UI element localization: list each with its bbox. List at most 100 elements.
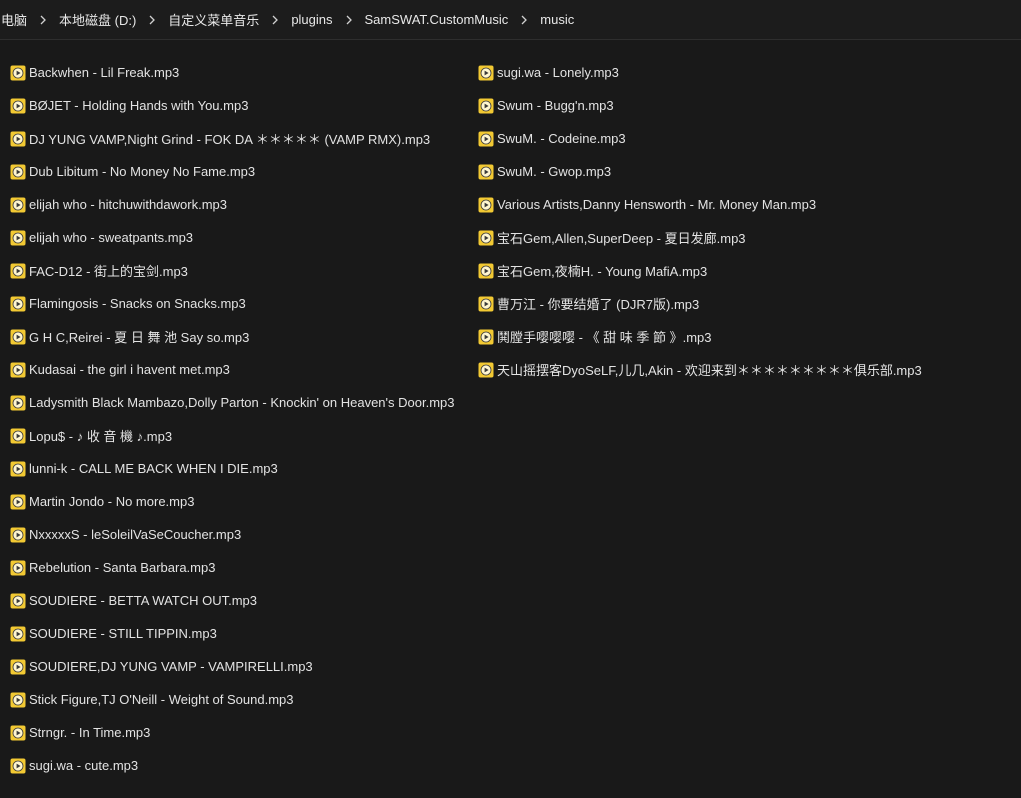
file-item[interactable]: SwuM. - Gwop.mp3 [478,155,926,188]
file-name: Dub Libitum - No Money No Fame.mp3 [29,164,256,179]
audio-file-icon [10,428,26,444]
file-name: 曹万江 - 你要结婚了 (DJR7版).mp3 [497,297,700,312]
audio-file-icon [478,164,494,180]
file-name: BØJET - Holding Hands with You.mp3 [29,98,249,113]
file-item[interactable]: sugi.wa - Lonely.mp3 [478,56,926,89]
file-item[interactable]: 宝石Gem,夜楠H. - Young MafiA.mp3 [478,254,926,287]
breadcrumb: 电脑 本地磁盘 (D:) 自定义菜单音乐 plugins SamSWAT.Cus… [0,7,579,32]
audio-file-icon [10,197,26,213]
file-name: SwuM. - Gwop.mp3 [497,164,612,179]
file-item[interactable]: elijah who - hitchuwithdawork.mp3 [10,188,459,221]
breadcrumb-item-computer[interactable]: 电脑 [0,7,32,32]
file-name: Strngr. - In Time.mp3 [29,725,151,740]
file-name: lunni-k - CALL ME BACK WHEN I DIE.mp3 [29,461,278,476]
chevron-right-icon[interactable] [513,13,535,27]
file-item[interactable]: SOUDIERE,DJ YUNG VAMP - VAMPIRELLI.mp3 [10,650,459,683]
audio-file-icon [10,296,26,312]
audio-file-icon [10,758,26,774]
file-item[interactable]: sugi.wa - cute.mp3 [10,749,459,782]
file-item[interactable]: SOUDIERE - STILL TIPPIN.mp3 [10,617,459,650]
file-item[interactable]: NxxxxxS - leSoleilVaSeCoucher.mp3 [10,518,459,551]
file-item[interactable]: 鬨膛手嘤嘤嘤 - 《 甜 味 季 節 》.mp3 [478,320,926,353]
file-name: Flamingosis - Snacks on Snacks.mp3 [29,296,246,311]
audio-file-icon [10,626,26,642]
file-item[interactable]: lunni-k - CALL ME BACK WHEN I DIE.mp3 [10,452,459,485]
file-item[interactable]: Flamingosis - Snacks on Snacks.mp3 [10,287,459,320]
breadcrumb-item-music[interactable]: music [535,9,579,30]
file-name: Various Artists,Danny Hensworth - Mr. Mo… [497,197,817,212]
audio-file-icon [478,197,494,213]
file-item[interactable]: Strngr. - In Time.mp3 [10,716,459,749]
file-item[interactable]: Martin Jondo - No more.mp3 [10,485,459,518]
file-item[interactable]: Rebelution - Santa Barbara.mp3 [10,551,459,584]
breadcrumb-item-samswat-custommusic[interactable]: SamSWAT.CustomMusic [360,9,514,30]
audio-file-icon [478,329,494,345]
audio-file-icon [10,692,26,708]
audio-file-icon [478,362,494,378]
file-item[interactable]: SwuM. - Codeine.mp3 [478,122,926,155]
file-name: DJ YUNG VAMP,Night Grind - FOK DA ＊＊＊＊＊ … [29,132,431,147]
file-name: Rebelution - Santa Barbara.mp3 [29,560,216,575]
file-name: Backwhen - Lil Freak.mp3 [29,65,180,80]
audio-file-icon [10,527,26,543]
audio-file-icon [10,263,26,279]
file-name: Martin Jondo - No more.mp3 [29,494,195,509]
file-item[interactable]: elijah who - sweatpants.mp3 [10,221,459,254]
audio-file-icon [10,230,26,246]
file-item[interactable]: G H C,Reirei - 夏 日 舞 池 Say so.mp3 [10,320,459,353]
file-name: sugi.wa - Lonely.mp3 [497,65,619,80]
file-column-right: sugi.wa - Lonely.mp3 Swum - Bugg'n.mp3 Swu… [478,56,926,386]
audio-file-icon [10,395,26,411]
file-column-left: Backwhen - Lil Freak.mp3 BØJET - Holding … [10,56,459,782]
file-list-view: Backwhen - Lil Freak.mp3 BØJET - Holding … [0,40,1021,798]
breadcrumb-item-custom-menu-music[interactable]: 自定义菜单音乐 [163,7,264,32]
file-name: SOUDIERE,DJ YUNG VAMP - VAMPIRELLI.mp3 [29,659,313,674]
file-name: G H C,Reirei - 夏 日 舞 池 Say so.mp3 [29,330,250,345]
file-item[interactable]: Stick Figure,TJ O'Neill - Weight of Soun… [10,683,459,716]
file-name: Ladysmith Black Mambazo,Dolly Parton - K… [29,395,455,410]
breadcrumb-item-drive[interactable]: 本地磁盘 (D:) [54,7,141,32]
file-name: FAC-D12 - 街上的宝剑.mp3 [29,264,188,279]
file-item[interactable]: Ladysmith Black Mambazo,Dolly Parton - K… [10,386,459,419]
file-item[interactable]: Various Artists,Danny Hensworth - Mr. Mo… [478,188,926,221]
audio-file-icon [478,296,494,312]
breadcrumb-item-plugins[interactable]: plugins [286,9,337,30]
address-bar[interactable]: 电脑 本地磁盘 (D:) 自定义菜单音乐 plugins SamSWAT.Cus… [0,0,1021,40]
file-name: Lopu$ - ♪ 收 音 機 ♪.mp3 [29,429,173,444]
chevron-right-icon[interactable] [264,13,286,27]
file-name: sugi.wa - cute.mp3 [29,758,139,773]
file-item[interactable]: Dub Libitum - No Money No Fame.mp3 [10,155,459,188]
audio-file-icon [478,65,494,81]
audio-file-icon [10,659,26,675]
file-item[interactable]: 曹万江 - 你要结婚了 (DJR7版).mp3 [478,287,926,320]
file-item[interactable]: BØJET - Holding Hands with You.mp3 [10,89,459,122]
file-name: elijah who - hitchuwithdawork.mp3 [29,197,227,212]
chevron-right-icon[interactable] [141,13,163,27]
audio-file-icon [10,164,26,180]
chevron-right-icon[interactable] [338,13,360,27]
file-name: Stick Figure,TJ O'Neill - Weight of Soun… [29,692,294,707]
file-name: SOUDIERE - STILL TIPPIN.mp3 [29,626,217,641]
file-item[interactable]: SOUDIERE - BETTA WATCH OUT.mp3 [10,584,459,617]
file-item[interactable]: Swum - Bugg'n.mp3 [478,89,926,122]
audio-file-icon [10,725,26,741]
file-name: 宝石Gem,夜楠H. - Young MafiA.mp3 [497,264,708,279]
file-name: Kudasai - the girl i havent met.mp3 [29,362,230,377]
file-name: NxxxxxS - leSoleilVaSeCoucher.mp3 [29,527,242,542]
file-item[interactable]: DJ YUNG VAMP,Night Grind - FOK DA ＊＊＊＊＊ … [10,122,459,155]
file-item[interactable]: FAC-D12 - 街上的宝剑.mp3 [10,254,459,287]
audio-file-icon [10,131,26,147]
file-name: Swum - Bugg'n.mp3 [497,98,614,113]
file-item[interactable]: 天山摇摆客DyoSeLF,儿几,Akin - 欢迎来到＊＊＊＊＊＊＊＊＊俱乐部.… [478,353,926,386]
audio-file-icon [478,98,494,114]
file-name: SwuM. - Codeine.mp3 [497,131,626,146]
audio-file-icon [10,98,26,114]
file-item[interactable]: Backwhen - Lil Freak.mp3 [10,56,459,89]
file-item[interactable]: 宝石Gem,Allen,SuperDeep - 夏日发廊.mp3 [478,221,926,254]
file-item[interactable]: Kudasai - the girl i havent met.mp3 [10,353,459,386]
file-item[interactable]: Lopu$ - ♪ 收 音 機 ♪.mp3 [10,419,459,452]
chevron-right-icon[interactable] [32,13,54,27]
audio-file-icon [478,230,494,246]
file-name: 宝石Gem,Allen,SuperDeep - 夏日发廊.mp3 [497,231,746,246]
file-name: 天山摇摆客DyoSeLF,儿几,Akin - 欢迎来到＊＊＊＊＊＊＊＊＊俱乐部.… [497,363,922,378]
